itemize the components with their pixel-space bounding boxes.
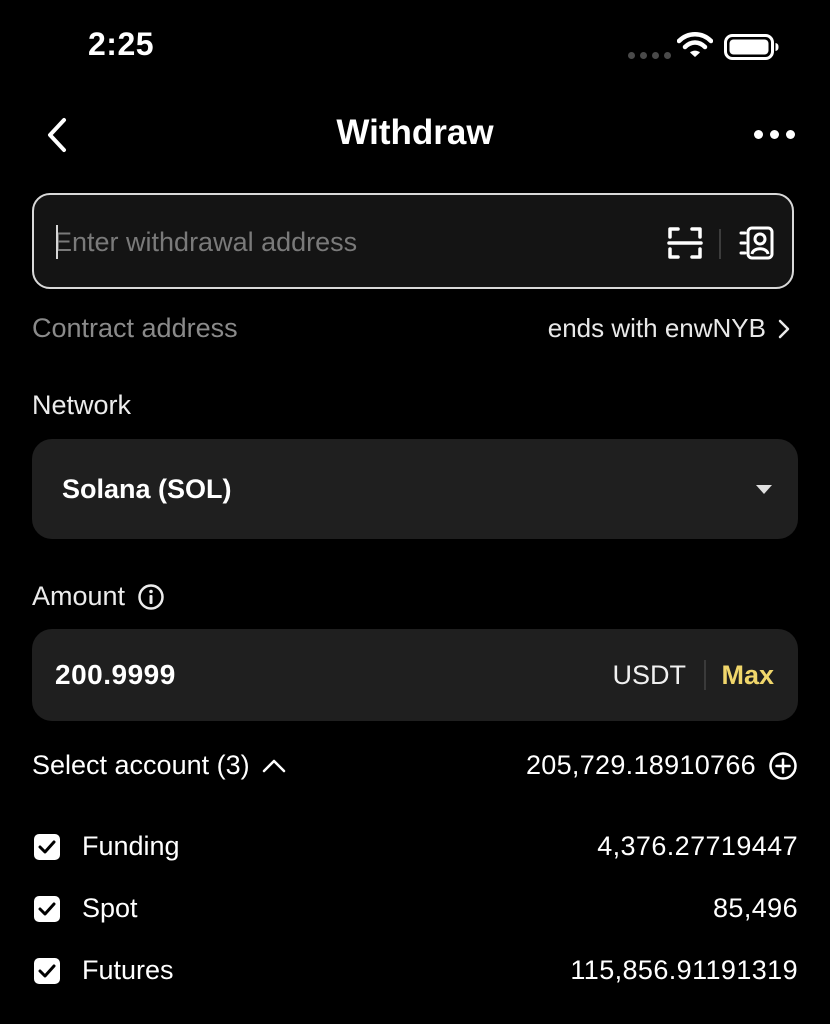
account-balance: 4,376.27719447 — [597, 831, 798, 861]
withdrawal-address-input[interactable] — [54, 219, 634, 265]
network-value: Solana (SOL) — [62, 474, 232, 504]
checkbox-checked[interactable] — [34, 896, 60, 922]
account-name: Spot — [82, 893, 138, 923]
amount-label: Amount — [32, 581, 126, 611]
chevron-up-icon — [262, 759, 285, 772]
account-name: Funding — [82, 831, 180, 861]
chevron-right-icon — [778, 319, 790, 338]
amount-label-row: Amount — [32, 581, 165, 612]
check-icon — [38, 902, 56, 916]
info-icon[interactable] — [137, 583, 165, 611]
status-time: 2:25 — [88, 26, 155, 62]
checkbox-checked[interactable] — [34, 958, 60, 984]
contract-address-label: Contract address — [32, 313, 238, 343]
more-options-icon[interactable] — [754, 130, 795, 139]
account-row-futures[interactable]: Futures 115,856.91191319 — [32, 955, 798, 995]
checkbox-checked[interactable] — [34, 834, 60, 860]
account-name: Futures — [82, 955, 174, 985]
page-title: Withdraw — [336, 113, 494, 152]
amount-value[interactable]: 200.9999 — [55, 659, 176, 691]
check-icon — [38, 964, 56, 978]
total-balance-value: 205,729.18910766 — [525, 750, 756, 780]
select-account-toggle[interactable]: Select account (3) — [32, 750, 286, 781]
account-row-spot[interactable]: Spot 85,496 — [32, 893, 798, 933]
network-select[interactable]: Solana (SOL) — [32, 439, 798, 539]
account-row-funding[interactable]: Funding 4,376.27719447 — [32, 831, 798, 871]
divider — [719, 229, 721, 259]
total-balance: 205,729.18910766 — [526, 750, 798, 781]
account-balance: 85,496 — [713, 893, 798, 923]
check-icon — [38, 840, 56, 854]
select-account-label: Select account (3) — [32, 750, 250, 780]
battery-icon — [724, 34, 779, 60]
cellular-signal-icon — [628, 52, 671, 59]
contract-address-value: ends with enwNYB — [547, 313, 766, 343]
amount-field[interactable]: 200.9999 USDT Max — [32, 629, 798, 721]
network-label: Network — [32, 390, 132, 420]
address-field[interactable] — [32, 193, 794, 289]
contract-address-link[interactable]: ends with enwNYB — [548, 313, 790, 344]
address-book-icon[interactable] — [738, 226, 774, 260]
text-cursor — [56, 225, 58, 259]
max-button[interactable]: Max — [721, 660, 774, 691]
account-balance: 115,856.91191319 — [570, 955, 798, 985]
divider — [704, 660, 706, 690]
scan-qr-icon[interactable] — [667, 226, 703, 260]
wifi-icon — [677, 32, 713, 57]
add-circle-icon[interactable] — [768, 751, 798, 781]
caret-down-icon — [756, 485, 772, 494]
amount-unit: USDT — [612, 660, 687, 690]
